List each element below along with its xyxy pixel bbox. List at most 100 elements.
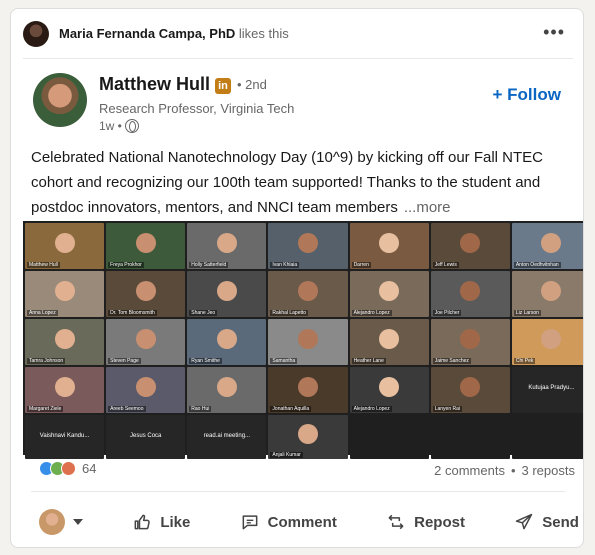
video-tile: read.ai meeting... [187, 415, 267, 459]
like-label: Like [160, 513, 191, 531]
counts-separator: • [510, 463, 516, 478]
participant-face [460, 329, 481, 350]
participant-face [216, 377, 237, 398]
video-tile: Joe Pilcher [430, 271, 510, 317]
react-as-selector[interactable] [39, 509, 83, 535]
like-button[interactable]: Like [132, 512, 190, 532]
participant-face [216, 281, 237, 302]
video-tile: Tamra Johnson [25, 319, 105, 365]
feed-post-card: Maria Fernanda Campa, PhD likes this •••… [10, 8, 584, 548]
participant-face [135, 329, 156, 350]
social-action: likes this [238, 26, 289, 41]
participant-face [379, 329, 400, 350]
video-tile: Heather Lane [349, 319, 429, 365]
social-counts: 64 2 comments • 3 reposts [39, 461, 575, 483]
reaction-count[interactable]: 64 [82, 461, 96, 476]
video-tile: Alejandro Lopez [349, 367, 429, 413]
participant-face [54, 233, 75, 254]
participant-face [135, 377, 156, 398]
participant-face [297, 329, 318, 350]
participant-face [135, 281, 156, 302]
video-tile: Chi Pek [511, 319, 583, 365]
video-tile: Alejandro Lopez [349, 271, 429, 317]
post-image-video-call-grid[interactable]: Matthew Hull Freya Prokhor Holly Satterfie… [23, 221, 583, 459]
video-tile: Areeb Seemoo [106, 367, 186, 413]
author-name[interactable]: Matthew Hull [99, 74, 210, 95]
participant-name: Rakhal Lapetto [270, 310, 309, 316]
reposts-count[interactable]: 3 reposts [522, 463, 575, 478]
participant-face [54, 281, 75, 302]
comment-label: Comment [267, 513, 337, 531]
participant-face [379, 233, 400, 254]
send-button[interactable]: Send [514, 512, 579, 532]
repost-label: Repost [414, 513, 465, 531]
video-tile: Liz Larson [511, 271, 583, 317]
follow-button[interactable]: + Follow [493, 85, 561, 105]
participant-name: Ryan Smithe [189, 358, 222, 364]
chevron-down-icon [73, 519, 83, 525]
video-tile: Anjali Kumar [268, 415, 348, 459]
video-tile: Ryan Smithe [187, 319, 267, 365]
repost-button[interactable]: Repost [386, 512, 465, 532]
participant-face [54, 377, 75, 398]
divider [31, 491, 565, 492]
participant-face [54, 329, 75, 350]
participant-face [460, 233, 481, 254]
participant-name: Margaret Ziele [27, 406, 64, 412]
post-actor: Matthew Hull in • 2nd Research Professor… [33, 73, 563, 133]
social-activity-header: Maria Fernanda Campa, PhD likes this ••• [23, 9, 573, 59]
participant-name: Holly Satterfield [189, 262, 229, 268]
empty-tile [430, 415, 510, 459]
participant-name: Lanyen Rai [432, 406, 462, 412]
video-tile: Jesus Coca [106, 415, 186, 459]
reactions-summary[interactable]: 64 [39, 461, 96, 476]
participant-name: Heather Lane [351, 358, 386, 364]
author-avatar[interactable] [33, 73, 87, 127]
video-tile: Matthew Hull [25, 223, 105, 269]
participant-name: Chi Pek [513, 358, 536, 364]
participant-face [379, 281, 400, 302]
video-tile: Jaime Sanchez [430, 319, 510, 365]
participant-caption: Kutujaa Pradyu... [528, 385, 575, 391]
participant-name: Anna Lopez [27, 310, 58, 316]
participant-name: Darren [351, 262, 371, 268]
linkedin-premium-icon: in [215, 78, 231, 94]
avatar[interactable] [23, 20, 49, 47]
comment-button[interactable]: Comment [240, 512, 337, 532]
participant-face [297, 424, 318, 445]
post-timestamp: 1w • [99, 119, 139, 133]
participant-name: Steven Page [108, 358, 141, 364]
participant-face [541, 329, 562, 350]
participant-name: Liz Larson [513, 310, 541, 316]
video-tile: Holly Satterfield [187, 223, 267, 269]
comments-count[interactable]: 2 comments [434, 463, 505, 478]
participant-face [541, 281, 562, 302]
video-tile: Samantha [268, 319, 348, 365]
see-more-link[interactable]: ...more [404, 199, 451, 216]
send-label: Send [542, 513, 579, 531]
globe-icon [124, 119, 139, 133]
more-options-icon[interactable]: ••• [543, 22, 565, 43]
participant-name: Alejandro Lopez [351, 310, 392, 316]
participant-name: Tamra Johnson [27, 358, 66, 364]
participant-name: Samantha [270, 358, 298, 364]
empty-tile [349, 415, 429, 459]
post-time: 1w • [99, 119, 122, 133]
video-tile: Kutujaa Pradyu... [511, 367, 583, 413]
thumbs-up-icon [134, 514, 151, 530]
post-text: Celebrated National Nanotechnology Day (… [31, 149, 544, 216]
author-headline: Research Professor, Virginia Tech [99, 101, 295, 116]
participant-face [135, 233, 156, 254]
participant-face [541, 233, 562, 254]
video-tile: Vaishnavi Kandu... [25, 415, 105, 459]
video-tile: Anton Oedhvitnhan [511, 223, 583, 269]
participant-face [216, 233, 237, 254]
video-tile: Lanyen Rai [430, 367, 510, 413]
participant-name: Freya Prokhor [108, 262, 144, 268]
participant-face [297, 377, 318, 398]
video-tile: Anna Lopez [25, 271, 105, 317]
participant-name: Alejandro Lopez [351, 406, 392, 412]
video-tile: Rakhal Lapetto [268, 271, 348, 317]
video-tile: Rao Hui [187, 367, 267, 413]
liker-name[interactable]: Maria Fernanda Campa, PhD [59, 26, 235, 41]
